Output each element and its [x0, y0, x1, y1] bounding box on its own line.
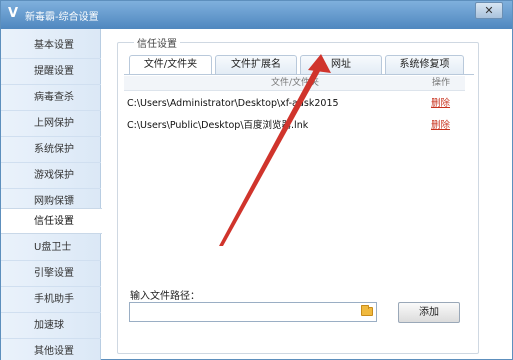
sidebar-item-scan[interactable]: 病毒查杀 — [1, 85, 101, 111]
sidebar-item-boost[interactable]: 加速球 — [1, 313, 101, 339]
sidebar-item-web[interactable]: 上网保护 — [1, 111, 101, 137]
sidebar-item-engine[interactable]: 引擎设置 — [1, 261, 101, 287]
tab-urls[interactable]: 网址 — [300, 55, 382, 74]
title-bar: V 新毒霸-综合设置 ✕ — [1, 1, 512, 29]
tab-files[interactable]: 文件/文件夹 — [129, 55, 212, 75]
app-logo-icon: V — [8, 6, 19, 21]
settings-sidebar: 基本设置 提醒设置 病毒查杀 上网保护 系统保护 游戏保护 网购保镖 信任设置 … — [1, 29, 102, 360]
sidebar-item-system[interactable]: 系统保护 — [1, 137, 101, 163]
table-header: 文件/文件夹 操作 — [124, 76, 465, 91]
tab-extensions[interactable]: 文件扩展名 — [215, 55, 297, 74]
group-title: 信任设置 — [134, 35, 180, 50]
path-input-label: 输入文件路径： — [130, 291, 200, 302]
sidebar-item-game[interactable]: 游戏保护 — [1, 163, 101, 189]
close-button[interactable]: ✕ — [475, 2, 503, 19]
trusted-path: C:\Users\Public\Desktop\百度浏览器.lnk — [127, 120, 309, 131]
sidebar-item-trust[interactable]: 信任设置 — [1, 208, 102, 234]
trusted-path: C:\Users\Administrator\Desktop\xf-adsk20… — [127, 98, 339, 109]
path-input[interactable] — [130, 303, 356, 321]
sidebar-item-phone[interactable]: 手机助手 — [1, 287, 101, 313]
table-row: C:\Users\Administrator\Desktop\xf-adsk20… — [124, 94, 465, 114]
sidebar-item-notify[interactable]: 提醒设置 — [1, 59, 101, 85]
tab-divider — [124, 74, 474, 75]
folder-icon[interactable] — [361, 305, 373, 316]
tab-system-repair[interactable]: 系统修复项 — [385, 55, 464, 74]
column-header-action: 操作 — [432, 78, 451, 88]
add-button[interactable]: 添加 — [398, 302, 460, 323]
column-header-path: 文件/文件夹 — [271, 78, 320, 88]
window-title: 新毒霸-综合设置 — [25, 12, 99, 23]
table-row: C:\Users\Public\Desktop\百度浏览器.lnk 删除 — [124, 116, 465, 136]
delete-link[interactable]: 删除 — [431, 116, 450, 136]
delete-link[interactable]: 删除 — [431, 94, 450, 114]
path-input-box — [129, 302, 377, 322]
sidebar-item-usb[interactable]: U盘卫士 — [1, 235, 101, 261]
sidebar-item-basic[interactable]: 基本设置 — [1, 33, 101, 59]
sidebar-item-other[interactable]: 其他设置 — [1, 339, 101, 360]
